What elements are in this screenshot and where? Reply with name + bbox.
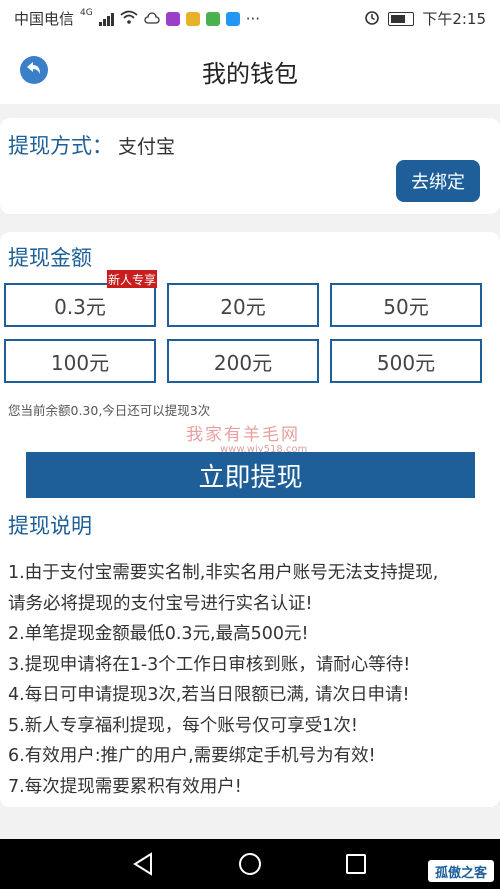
app-notification-icon: [185, 11, 200, 26]
status-bar: 中国电信 4G ··· 下午2:15: [0, 0, 500, 34]
app-notification-icon: [205, 11, 220, 26]
amount-option-20[interactable]: 20元: [167, 283, 319, 327]
status-time: 下午2:15: [422, 10, 486, 28]
amount-option-0.3[interactable]: 0.3元: [4, 283, 156, 327]
amount-section-title: 提现金额: [8, 246, 92, 270]
recents-square-icon[interactable]: [345, 853, 367, 879]
alarm-icon: [364, 9, 380, 29]
withdraw-now-button[interactable]: 立即提现: [26, 452, 475, 498]
more-notifications-icon: ···: [245, 9, 261, 28]
rules-list: 1.由于支付宝需要实名制,非实名用户账号无法支持提现, 请务必将提现的支付宝号进…: [8, 558, 496, 802]
rule-item: 请务必将提现的支付宝号进行实名认证!: [8, 593, 313, 614]
bind-account-button[interactable]: 去绑定: [396, 160, 480, 202]
network-type: 4G: [80, 7, 93, 18]
withdraw-method-value: 支付宝: [118, 136, 176, 158]
corner-logo: 孤傲之客: [428, 860, 494, 882]
rule-item: 1.由于支付宝需要实名制,非实名用户账号无法支持提现,: [8, 563, 439, 583]
app-notification-icon: [165, 11, 180, 26]
rule-item: 7.每次提现需要累积有效用户!: [8, 776, 242, 797]
home-circle-icon[interactable]: [238, 852, 262, 880]
back-triangle-icon[interactable]: [132, 852, 154, 880]
wifi-icon: [120, 10, 138, 28]
new-user-badge: 新人专享: [107, 270, 157, 288]
watermark-title: 我家有羊毛网: [186, 425, 300, 445]
cloud-icon: [144, 10, 160, 28]
page-title: 我的钱包: [202, 60, 298, 88]
battery-icon: [388, 11, 415, 26]
amount-option-50[interactable]: 50元: [330, 283, 482, 327]
rules-title: 提现说明: [8, 514, 92, 538]
rule-item: 6.有效用户:推广的用户,需要绑定手机号为有效!: [8, 746, 376, 766]
system-nav-bar: [0, 839, 500, 889]
rule-item: 4.每日可申请提现3次,若当日限额已满, 请次日申请!: [8, 685, 410, 705]
app-notification-icon: [225, 11, 240, 26]
carrier-label: 中国电信: [14, 10, 75, 28]
amount-option-200[interactable]: 200元: [167, 339, 319, 383]
withdraw-method-label: 提现方式：: [8, 134, 113, 158]
signal-icon: [98, 12, 114, 26]
rule-item: 3.提现申请将在1-3个工作日审核到账，请耐心等待!: [8, 654, 411, 675]
balance-note: 您当前余额0.30,今日还可以提现3次: [8, 403, 211, 418]
rule-item: 5.新人专享福利提现，每个账号仅可享受1次!: [8, 715, 358, 736]
nav-bar: 我的钱包: [0, 34, 500, 104]
amount-option-500[interactable]: 500元: [330, 339, 482, 383]
rule-item: 2.单笔提现金额最低0.3元,最高500元!: [8, 624, 309, 644]
amount-option-100[interactable]: 100元: [4, 339, 156, 383]
